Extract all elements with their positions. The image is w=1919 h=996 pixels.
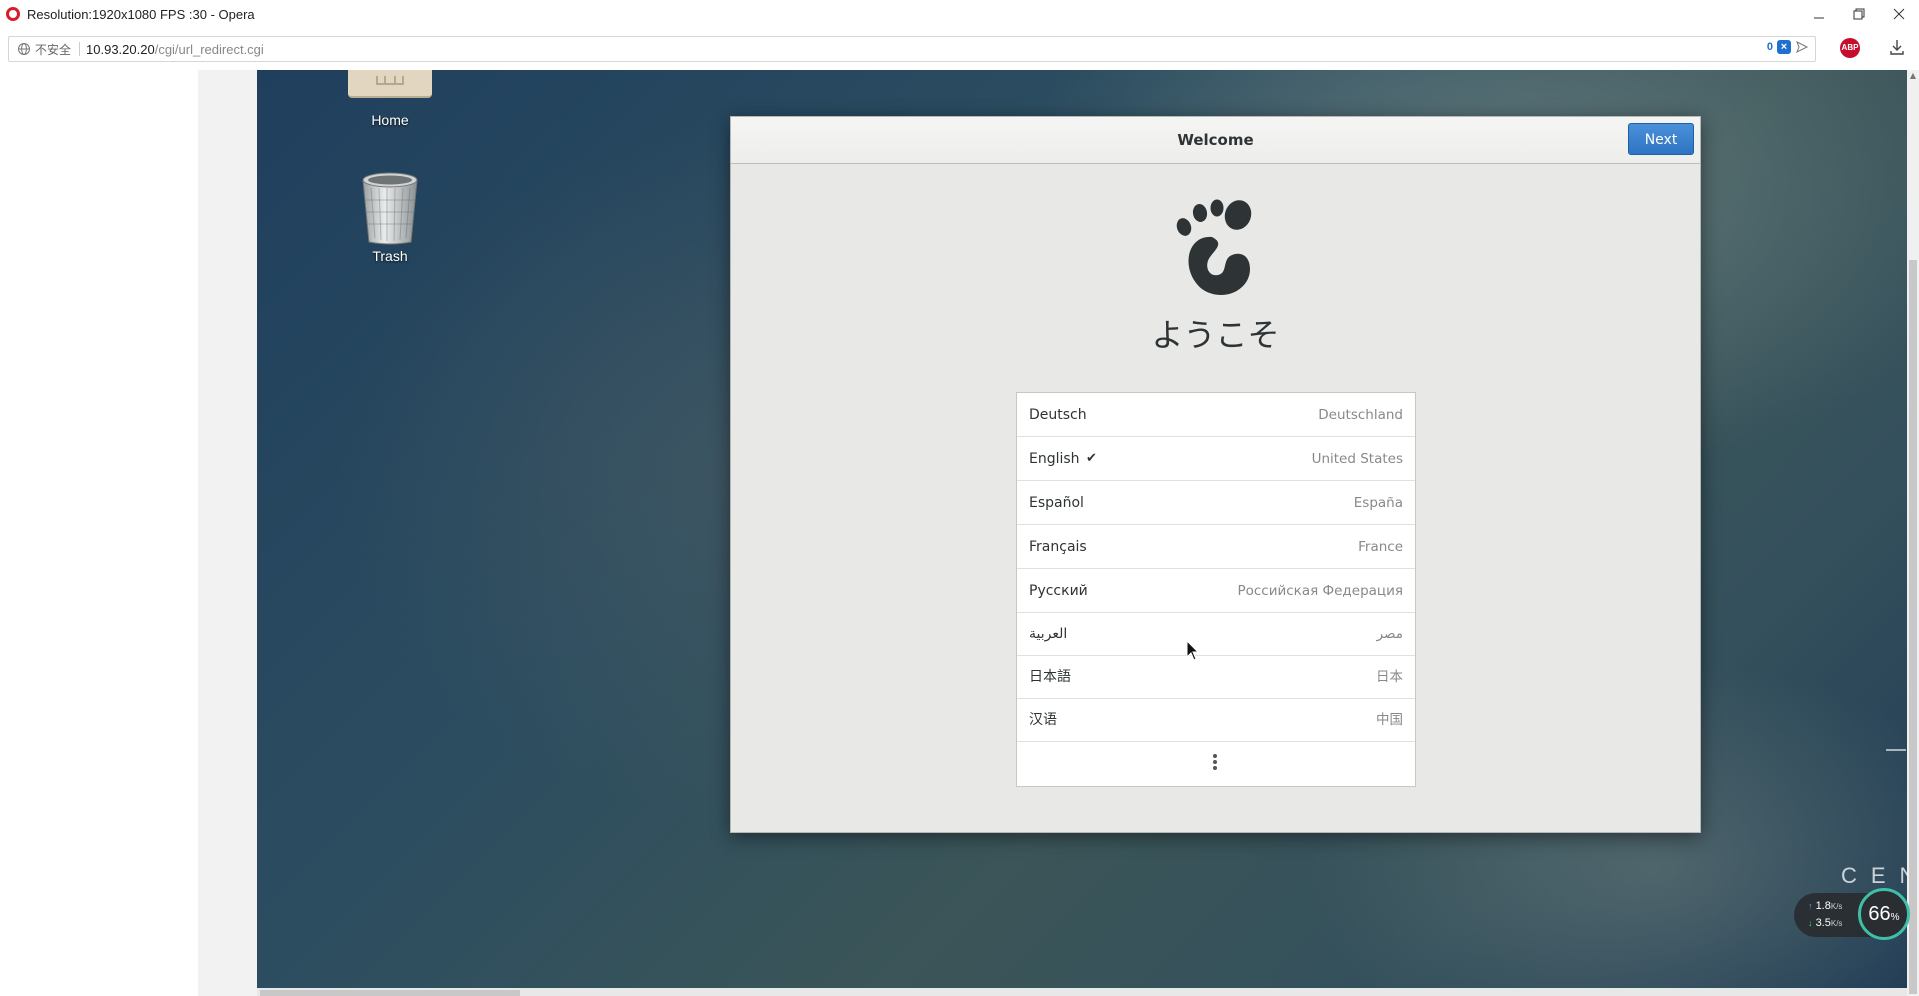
language-region: 日本: [1376, 669, 1403, 685]
welcome-heading: ようこそ: [1151, 316, 1280, 354]
language-name: English: [1029, 451, 1080, 467]
language-region: Российская Федерация: [1237, 583, 1403, 599]
language-list: Deutsch Deutschland English ✔ United Sta…: [1016, 392, 1416, 787]
desktop-icon-label: Trash: [372, 248, 408, 264]
adblock-plus-icon[interactable]: ABP: [1840, 38, 1860, 58]
usage-percent-unit: %: [1890, 912, 1900, 923]
upload-value: 1.8: [1815, 900, 1831, 912]
page-left-margin: [0, 70, 198, 996]
upload-unit: K/s: [1830, 902, 1843, 911]
home-glyph-icon: [376, 76, 404, 85]
gnome-foot-logo-icon: [1176, 199, 1252, 296]
language-region: France: [1358, 539, 1403, 555]
close-icon: [1893, 8, 1905, 20]
ad-blocker-icon[interactable]: ×: [1777, 40, 1791, 54]
welcome-dialog: Welcome Next ようこそ Deutsch Deutschland En…: [730, 116, 1701, 833]
upload-arrow-icon: ↑: [1808, 901, 1813, 911]
address-bar: 不安全 10.93.20.20/cgi/url_redirect.cgi 0 ×…: [0, 28, 1919, 70]
usage-percent-value: 66: [1868, 903, 1891, 925]
minimize-icon: [1814, 17, 1824, 19]
globe-icon: [18, 43, 30, 55]
vertical-scroll-thumb[interactable]: [1909, 260, 1917, 994]
language-row-english[interactable]: English ✔ United States: [1017, 437, 1415, 481]
language-region: España: [1353, 495, 1403, 511]
language-row-russian[interactable]: Русский Российская Федерация: [1017, 569, 1415, 613]
url-path: /cgi/url_redirect.cgi: [154, 41, 264, 57]
language-row-deutsch[interactable]: Deutsch Deutschland: [1017, 393, 1415, 437]
url-actions: 0 ×: [1767, 40, 1809, 54]
opera-logo-icon: [6, 7, 20, 21]
language-row-francais[interactable]: Français France: [1017, 525, 1415, 569]
home-folder-icon: [348, 70, 432, 98]
download-value: 3.5: [1815, 917, 1831, 929]
language-name: Deutsch: [1029, 407, 1087, 423]
download-speed: ↓ 3.5K/s: [1808, 917, 1842, 929]
language-name: 汉语: [1029, 712, 1057, 728]
trash-icon: [362, 172, 418, 245]
language-region: 中国: [1376, 712, 1403, 728]
page-gray-margin: [198, 70, 257, 996]
language-region: مصر: [1376, 626, 1403, 642]
send-icon[interactable]: [1795, 40, 1809, 54]
language-name: Español: [1029, 495, 1084, 511]
desktop-icon-trash[interactable]: Trash: [330, 170, 450, 264]
desktop-icon-label: Home: [371, 112, 409, 128]
language-name: 日本語: [1029, 669, 1071, 685]
desktop-edge-marker: [1886, 749, 1906, 751]
mouse-cursor-icon: [1186, 640, 1200, 661]
dialog-title: Welcome: [1177, 131, 1254, 149]
insecure-label[interactable]: 不安全: [35, 41, 71, 58]
language-row-arabic[interactable]: العربية مصر: [1017, 613, 1415, 656]
minimize-button[interactable]: [1799, 0, 1839, 28]
download-unit: K/s: [1830, 919, 1843, 928]
url-host: 10.93.20.20: [86, 41, 155, 57]
url-field[interactable]: 不安全 10.93.20.20/cgi/url_redirect.cgi 0 ×: [8, 36, 1816, 62]
usage-percent-gauge[interactable]: 66%: [1858, 888, 1910, 940]
language-name: Русский: [1029, 583, 1088, 599]
next-button[interactable]: Next: [1628, 123, 1694, 155]
window-title: Resolution:1920x1080 FPS :30 - Opera: [27, 6, 255, 22]
restore-button[interactable]: [1839, 0, 1879, 28]
more-vertical-icon: [1213, 754, 1217, 772]
restore-icon: [1853, 8, 1865, 20]
upload-speed: ↑ 1.8K/s: [1808, 900, 1842, 912]
language-name: العربية: [1029, 626, 1068, 642]
blocked-count: 0: [1766, 41, 1773, 53]
url-separator: [79, 42, 81, 56]
desktop-watermark: CEN: [1841, 863, 1907, 888]
language-row-espanol[interactable]: Español España: [1017, 481, 1415, 525]
download-icon[interactable]: [1888, 38, 1906, 56]
language-region: Deutschland: [1318, 407, 1403, 423]
window-controls: [1799, 0, 1919, 28]
browser-title-bar: Resolution:1920x1080 FPS :30 - Opera: [0, 0, 1919, 28]
download-arrow-icon: ↓: [1808, 918, 1813, 928]
dialog-header: Welcome Next: [731, 117, 1700, 164]
language-name: Français: [1029, 539, 1087, 555]
more-languages-button[interactable]: [1017, 742, 1415, 782]
desktop-icon-home[interactable]: Home: [330, 70, 450, 128]
horizontal-scroll-thumb[interactable]: [260, 990, 520, 996]
language-row-japanese[interactable]: 日本語 日本: [1017, 656, 1415, 699]
scroll-up-arrow-icon[interactable]: ▲: [1907, 70, 1919, 82]
language-row-chinese[interactable]: 汉语 中国: [1017, 699, 1415, 742]
language-region: United States: [1311, 451, 1403, 467]
checkmark-icon: ✔: [1086, 451, 1097, 466]
close-button[interactable]: [1879, 0, 1919, 28]
